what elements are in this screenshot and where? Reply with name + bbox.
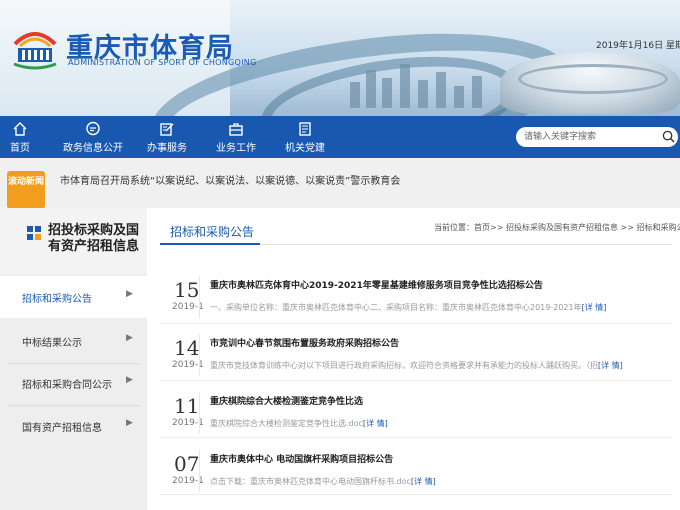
nav-item-label: 机关党建 xyxy=(285,143,325,154)
nav-item-services[interactable]: 办事服务 xyxy=(146,116,188,158)
news-divider xyxy=(160,437,672,438)
news-summary: 重庆棋院综合大楼检测鉴定竞争性比选.doc[详 情] xyxy=(210,418,388,429)
news-divider xyxy=(160,380,672,381)
news-headline-link[interactable]: 重庆市奥林匹克体育中心2019-2021年零星基建维修服务项目竞争性比选招标公告 xyxy=(210,278,543,291)
sidebar-item-label: 国有资产招租信息 xyxy=(22,423,102,434)
rolling-news-link[interactable]: 市体育局召开局系统“以案说纪、以案说法、以案说德、以案说责”警示教育会 xyxy=(60,172,400,187)
news-summary-text: 点击下载：重庆市奥林匹克体育中心电动国旗杆标书.doc xyxy=(210,477,411,486)
nav-item-label: 首页 xyxy=(10,143,30,154)
chat-icon xyxy=(86,121,100,136)
briefcase-icon xyxy=(229,123,243,136)
news-summary: 点击下载：重庆市奥林匹克体育中心电动国旗杆标书.doc[详 情] xyxy=(210,476,436,487)
details-link[interactable]: [详 情] xyxy=(582,303,607,312)
chevron-right-icon: ▶ xyxy=(126,375,133,385)
nav-item-label: 政务信息公开 xyxy=(63,143,123,154)
date-divider xyxy=(199,334,200,376)
breadcrumb[interactable]: 当前位置：首页>> 招投标采购及国有资产招租信息 >> 招标和采购公告 xyxy=(434,222,680,233)
sidebar-item-label: 中标结果公示 xyxy=(22,338,82,349)
nav-item-label: 办事服务 xyxy=(147,143,187,154)
search-box xyxy=(516,127,678,147)
site-subtitle: ADMINISTRATION OF SPORT OF CHONGQING xyxy=(68,58,257,67)
news-headline-link[interactable]: 重庆棋院综合大楼检测鉴定竞争性比选 xyxy=(210,394,363,407)
news-divider xyxy=(160,494,672,495)
date-divider xyxy=(199,276,200,318)
chevron-right-icon: ▶ xyxy=(126,289,133,299)
nav-item-party-building[interactable]: 机关党建 xyxy=(284,116,326,158)
sidebar-title: 招投标采购及国有资产招租信息 xyxy=(48,223,140,254)
news-list-item[interactable]: 11 2019-1 重庆棋院综合大楼检测鉴定竞争性比选 重庆棋院综合大楼检测鉴定… xyxy=(160,384,672,442)
news-divider xyxy=(160,323,672,324)
search-icon[interactable] xyxy=(662,130,675,143)
chevron-right-icon: ▶ xyxy=(126,333,133,343)
date-divider xyxy=(199,392,200,434)
sidebar-item-contracts[interactable]: 招标和采购合同公示 ▶ xyxy=(0,362,147,404)
nav-item-government-info[interactable]: 政务信息公开 xyxy=(62,116,124,158)
news-day: 11 xyxy=(174,394,200,418)
grid-icon xyxy=(27,226,41,240)
page-title: 招标和采购公告 xyxy=(170,225,255,239)
news-summary-text: 一、采购单位名称：重庆市奥林匹克体育中心二、采购项目名称：重庆市奥林匹克体育中心… xyxy=(210,303,582,312)
current-date: 2019年1月16日 星期三 xyxy=(596,41,680,51)
news-list-item[interactable]: 14 2019-1 市竞训中心春节氛围布置服务政府采购招标公告 重庆市竞技体育训… xyxy=(160,326,672,384)
sidebar-item-tender-announcements[interactable]: 招标和采购公告 ▶ xyxy=(0,276,147,318)
banner-stadium-ring xyxy=(518,64,668,94)
sidebar-item-label: 招标和采购合同公示 xyxy=(22,380,112,391)
rolling-news-badge: 滚动新闻 xyxy=(7,171,45,209)
details-link[interactable]: [详 情] xyxy=(411,477,436,486)
news-day: 15 xyxy=(174,278,200,302)
nav-item-label: 业务工作 xyxy=(216,143,256,154)
news-list-item[interactable]: 15 2019-1 重庆市奥林匹克体育中心2019-2021年零星基建维修服务项… xyxy=(160,268,672,326)
title-divider-accent xyxy=(160,243,260,245)
sidebar-item-bid-results[interactable]: 中标结果公示 ▶ xyxy=(0,320,147,362)
search-input[interactable] xyxy=(524,130,654,144)
details-link[interactable]: [详 情] xyxy=(598,361,623,370)
news-day: 14 xyxy=(174,336,200,360)
sport-bureau-logo-icon[interactable] xyxy=(10,24,60,70)
news-list-item[interactable]: 07 2019-1 重庆市奥体中心 电动国旗杆采购项目招标公告 点击下载：重庆市… xyxy=(160,442,672,500)
news-headline-link[interactable]: 重庆市奥体中心 电动国旗杆采购项目招标公告 xyxy=(210,452,393,465)
home-icon xyxy=(13,122,27,136)
document-icon xyxy=(299,122,311,136)
edit-icon xyxy=(160,123,174,136)
news-summary-text: 重庆棋院综合大楼检测鉴定竞争性比选.doc xyxy=(210,419,363,428)
news-day: 07 xyxy=(174,452,200,476)
chevron-right-icon: ▶ xyxy=(126,418,133,428)
details-link[interactable]: [详 情] xyxy=(363,419,388,428)
sidebar-item-state-asset-lease[interactable]: 国有资产招租信息 ▶ xyxy=(0,405,147,447)
nav-item-business[interactable]: 业务工作 xyxy=(214,116,258,158)
sidebar-item-label: 招标和采购公告 xyxy=(22,294,92,305)
banner-skyline xyxy=(350,58,490,108)
news-summary-text: 重庆市竞技体育训练中心对以下项目进行政府采购招标，欢迎符合资格要求并有承能力的投… xyxy=(210,361,598,370)
news-headline-link[interactable]: 市竞训中心春节氛围布置服务政府采购招标公告 xyxy=(210,336,399,349)
news-summary: 一、采购单位名称：重庆市奥林匹克体育中心二、采购项目名称：重庆市奥林匹克体育中心… xyxy=(210,302,606,313)
nav-item-home[interactable]: 首页 xyxy=(4,116,36,158)
date-divider xyxy=(199,450,200,492)
news-summary: 重庆市竞技体育训练中心对以下项目进行政府采购招标，欢迎符合资格要求并有承能力的投… xyxy=(210,360,623,371)
